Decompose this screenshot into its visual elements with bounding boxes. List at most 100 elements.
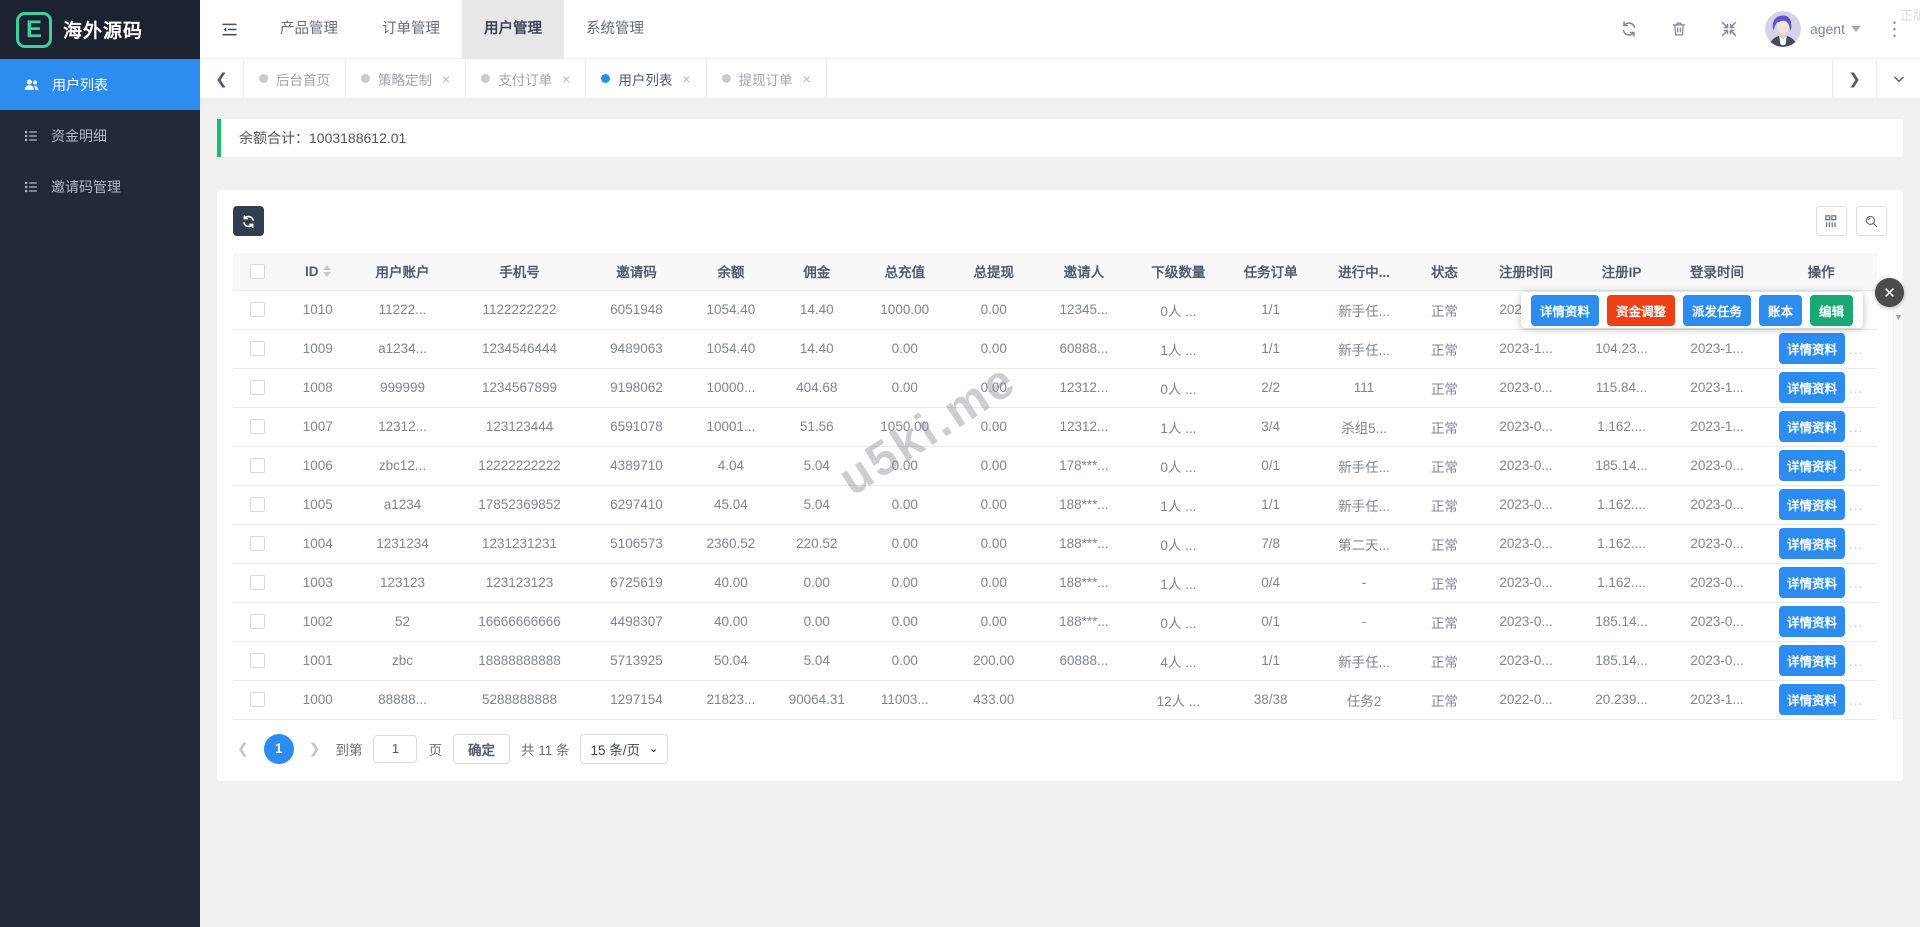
sidebar-item-user-list[interactable]: 用户列表: [0, 59, 200, 110]
tab-close-icon[interactable]: ×: [442, 71, 450, 87]
cell-task-orders: 0/1: [1224, 446, 1316, 485]
tab-close-icon[interactable]: ×: [682, 71, 690, 87]
cell-account: a1234...: [353, 329, 452, 368]
tab-close-icon[interactable]: ×: [803, 71, 811, 87]
row-checkbox[interactable]: [250, 536, 265, 551]
fund-adjust-button[interactable]: 资金调整: [1607, 295, 1675, 326]
tabs-scroll-right-icon[interactable]: ❯: [1832, 59, 1876, 98]
dispatch-task-button[interactable]: 派发任务: [1683, 295, 1751, 326]
cell-id: 1004: [282, 524, 353, 563]
detail-button[interactable]: 详情资料: [1531, 295, 1599, 326]
cell-phone: 18888888888: [452, 641, 587, 680]
balance-total-alert: 余额合计：1003188612.01: [217, 119, 1903, 157]
cell-register-time: 2023-0...: [1478, 485, 1575, 524]
user-avatar[interactable]: [1765, 11, 1801, 47]
confirm-page-button[interactable]: 确定: [453, 734, 510, 764]
cell-total-withdraw: 0.00: [952, 563, 1036, 602]
cell-balance: 45.04: [686, 485, 776, 524]
row-checkbox[interactable]: [250, 419, 265, 434]
cell-task-orders: 1/1: [1224, 485, 1316, 524]
cell-commission: 5.04: [776, 446, 858, 485]
col-status: 状态: [1411, 253, 1478, 290]
col-balance: 余额: [686, 253, 776, 290]
cell-id: 1002: [282, 602, 353, 641]
select-all-checkbox[interactable]: [250, 264, 265, 279]
cell-balance: 1054.40: [686, 290, 776, 329]
refresh-icon[interactable]: [1619, 19, 1639, 39]
more-actions-ellipsis: ...: [1849, 342, 1863, 357]
nav-item-system[interactable]: 系统管理: [564, 0, 666, 59]
cell-inviter: [1036, 680, 1133, 719]
ledger-button[interactable]: 账本: [1759, 295, 1802, 326]
cell-login-time: 2023-1...: [1669, 368, 1766, 407]
balance-total-text: 余额合计：1003188612.01: [239, 128, 406, 148]
col-ongoing: 进行中...: [1317, 253, 1411, 290]
column-settings-button[interactable]: [1816, 206, 1847, 236]
detail-button[interactable]: 详情资料: [1779, 372, 1845, 403]
nav-item-order[interactable]: 订单管理: [360, 0, 462, 59]
row-checkbox[interactable]: [250, 380, 265, 395]
sidebar-collapse-button[interactable]: [200, 0, 258, 59]
cell-total-recharge: 0.00: [858, 641, 952, 680]
fullscreen-icon[interactable]: [1719, 19, 1739, 39]
page-number-input[interactable]: [373, 735, 417, 763]
trash-icon[interactable]: [1669, 19, 1689, 39]
row-checkbox[interactable]: [250, 341, 265, 356]
nav-item-product[interactable]: 产品管理: [258, 0, 360, 59]
row-checkbox[interactable]: [250, 653, 265, 668]
next-page-icon[interactable]: ❯: [305, 740, 325, 757]
detail-button[interactable]: 详情资料: [1779, 606, 1845, 637]
more-actions-ellipsis: ...: [1849, 537, 1863, 552]
cell-account: 12312...: [353, 407, 452, 446]
user-menu[interactable]: agent: [1810, 21, 1861, 37]
nav-item-user[interactable]: 用户管理: [462, 0, 564, 59]
tab-withdraw-orders[interactable]: 提现订单 ×: [707, 59, 827, 98]
page-size-select[interactable]: 15 条/页 ⌄: [580, 734, 668, 764]
edit-button[interactable]: 编辑: [1810, 295, 1853, 326]
close-icon[interactable]: ✕: [1875, 278, 1904, 307]
row-checkbox[interactable]: [250, 497, 265, 512]
detail-button[interactable]: 详情资料: [1779, 684, 1845, 715]
cell-login-time: 2023-1...: [1669, 329, 1766, 368]
sidebar-item-fund-detail[interactable]: 资金明细: [0, 110, 200, 161]
cell-invite-code: 6591078: [587, 407, 686, 446]
cell-total-recharge: 1050.00: [858, 407, 952, 446]
detail-button[interactable]: 详情资料: [1779, 411, 1845, 442]
cell-id: 1008: [282, 368, 353, 407]
detail-button[interactable]: 详情资料: [1779, 645, 1845, 676]
detail-button[interactable]: 详情资料: [1779, 528, 1845, 559]
cell-phone: 17852369852: [452, 485, 587, 524]
table-refresh-button[interactable]: [233, 206, 264, 236]
cell-phone: 1231231231: [452, 524, 587, 563]
prev-page-icon[interactable]: ❮: [233, 740, 253, 757]
tab-dashboard[interactable]: 后台首页: [244, 59, 346, 98]
cell-subordinates: 4人 ...: [1132, 641, 1224, 680]
detail-button[interactable]: 详情资料: [1779, 489, 1845, 520]
tab-close-icon[interactable]: ×: [562, 71, 570, 87]
current-page-button[interactable]: 1: [264, 734, 294, 764]
tab-strategy[interactable]: 策略定制 ×: [346, 59, 466, 98]
tabs-scroll-left-icon[interactable]: ❮: [200, 59, 244, 98]
col-id[interactable]: ID: [282, 253, 353, 290]
cell-login-time: 2023-0...: [1669, 641, 1766, 680]
tab-user-list[interactable]: 用户列表 ×: [586, 59, 706, 98]
cell-task-orders: 1/1: [1224, 641, 1316, 680]
more-actions-ellipsis: ...: [1849, 498, 1863, 513]
detail-button[interactable]: 详情资料: [1779, 567, 1845, 598]
row-checkbox[interactable]: [250, 575, 265, 590]
tab-pay-orders[interactable]: 支付订单 ×: [466, 59, 586, 98]
cell-register-time: 2023-0...: [1478, 407, 1575, 446]
table-vertical-scrollbar[interactable]: ▼: [1893, 290, 1903, 719]
detail-button[interactable]: 详情资料: [1779, 333, 1845, 364]
row-checkbox[interactable]: [250, 614, 265, 629]
sidebar-item-invite-code[interactable]: 邀请码管理: [0, 161, 200, 212]
users-icon: [23, 76, 40, 93]
row-checkbox[interactable]: [250, 458, 265, 473]
cell-invite-code: 4498307: [587, 602, 686, 641]
row-checkbox[interactable]: [250, 692, 265, 707]
detail-button[interactable]: 详情资料: [1779, 450, 1845, 481]
row-checkbox[interactable]: [250, 302, 265, 317]
tabs-menu-icon[interactable]: [1876, 59, 1920, 98]
table-search-button[interactable]: [1856, 206, 1887, 236]
sort-icon[interactable]: [323, 265, 331, 277]
